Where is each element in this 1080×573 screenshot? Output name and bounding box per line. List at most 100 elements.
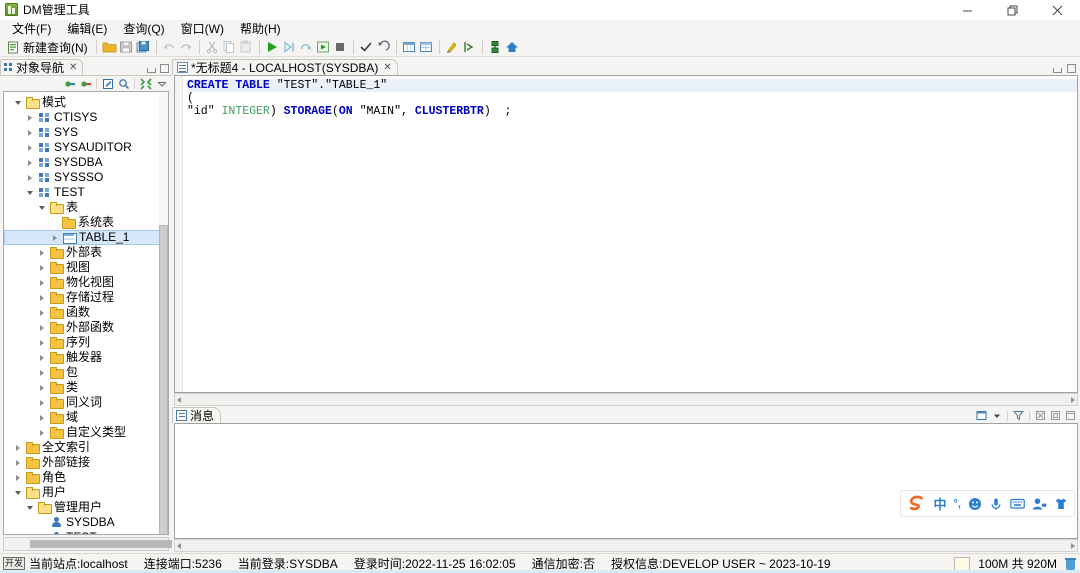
ime-user-icon[interactable] [1032,497,1047,511]
execute-step-icon[interactable] [281,39,298,56]
tab-messages[interactable]: 消息 [172,407,222,423]
expand-arrow-icon[interactable] [36,429,47,436]
tree-node[interactable]: SYSSSO [4,170,168,185]
expand-arrow-icon[interactable] [36,399,47,406]
tree-node[interactable]: 全文索引 [4,440,168,455]
editor-horizontal-scrollbar[interactable] [174,393,1078,406]
tree-node[interactable]: 视图 [4,260,168,275]
scroll-left-icon[interactable] [177,542,181,549]
ime-punctuation[interactable]: °, [954,498,961,510]
messages-content[interactable] [174,423,1078,539]
sogou-input-toolbar[interactable]: 中 °, [899,490,1075,517]
view-menu-icon[interactable] [154,77,169,91]
menu-window[interactable]: 窗口(W) [173,21,232,38]
tree-node[interactable]: 用户 [4,485,168,500]
home-icon[interactable] [504,39,521,56]
expand-arrow-icon[interactable] [36,309,47,316]
export-result-icon[interactable] [401,39,418,56]
scroll-left-icon[interactable] [177,396,181,403]
tree-node[interactable]: TABLE_1 [4,230,168,245]
expand-arrow-icon[interactable] [36,264,47,271]
result-grid-icon[interactable] [418,39,435,56]
expand-arrow-icon[interactable] [36,354,47,361]
close-icon[interactable]: ✕ [69,62,77,73]
ime-soft-keyboard-icon[interactable] [1010,497,1025,510]
compare-icon[interactable] [461,39,478,56]
minimize-panel-icon[interactable] [147,68,156,73]
menu-query[interactable]: 查询(Q) [115,21,172,38]
tree-node[interactable]: 外部函数 [4,320,168,335]
rollback-icon[interactable] [375,39,392,56]
tree-node[interactable]: 包 [4,365,168,380]
clear-icon[interactable] [1034,409,1047,422]
paste-icon[interactable] [238,39,255,56]
menu-file[interactable]: 文件(F) [4,21,59,38]
tree-horizontal-scrollbar[interactable] [3,537,264,551]
connect-icon[interactable] [62,77,77,91]
menu-help[interactable]: 帮助(H) [232,21,289,38]
tree-node[interactable]: SYS [4,125,168,140]
tree-node[interactable]: 系统表 [4,215,168,230]
save-icon[interactable] [118,39,135,56]
tab-object-navigator[interactable]: 对象导航 ✕ [0,59,84,75]
expand-arrow-icon[interactable] [36,369,47,376]
tree-node[interactable]: TEST [4,530,168,534]
execute-plan-icon[interactable] [315,39,332,56]
sql-code-area[interactable]: CREATE TABLE "TEST"."TABLE_1"("id" INTEG… [174,75,1078,393]
expand-arrow-icon[interactable] [36,339,47,346]
view-menu-arrow-icon[interactable] [990,409,1003,422]
tree-scrollbar-thumb[interactable] [159,225,168,534]
tree-node[interactable]: 角色 [4,470,168,485]
filter-icon[interactable] [1012,409,1025,422]
tree-node[interactable]: 域 [4,410,168,425]
scroll-right-icon[interactable] [1071,542,1075,549]
tree-node[interactable]: 物化视图 [4,275,168,290]
tree-node[interactable]: 模式 [4,95,168,110]
heap-trash-icon[interactable] [1065,557,1076,570]
tree-node[interactable]: SYSDBA [4,155,168,170]
tree-node[interactable]: SYSAUDITOR [4,140,168,155]
tree-node[interactable]: 表 [4,200,168,215]
expand-arrow-icon[interactable] [24,114,35,121]
tree-node[interactable]: 外部链接 [4,455,168,470]
expand-arrow-icon[interactable] [36,384,47,391]
expand-arrow-icon[interactable] [12,459,23,466]
undo-icon[interactable] [161,39,178,56]
execute-script-icon[interactable] [298,39,315,56]
maximize-panel-icon[interactable] [1067,64,1076,73]
close-icon[interactable]: ✕ [383,62,391,73]
expand-arrow-icon[interactable] [36,414,47,421]
collapse-arrow-icon[interactable] [12,100,23,105]
tree-node[interactable]: 管理用户 [4,500,168,515]
redo-icon[interactable] [178,39,195,56]
expand-arrow-icon[interactable] [36,249,47,256]
scroll-right-icon[interactable] [1071,396,1075,403]
edit-object-icon[interactable] [100,77,115,91]
disconnect-icon[interactable] [78,77,93,91]
close-button[interactable] [1035,0,1080,20]
tree-vertical-scrollbar[interactable] [159,92,168,534]
search-icon[interactable] [116,77,131,91]
connect-server-icon[interactable] [487,39,504,56]
collapse-arrow-icon[interactable] [36,205,47,210]
tree-node[interactable]: 函数 [4,305,168,320]
collapse-arrow-icon[interactable] [24,505,35,510]
expand-arrow-icon[interactable] [36,294,47,301]
object-tree[interactable]: 模式 CTISYS SYS SYSAUDITOR SYSDBA SYSSSO TEST 表系统… [3,91,169,535]
collapse-arrow-icon[interactable] [24,190,35,195]
pin-view-icon[interactable] [975,409,988,422]
expand-arrow-icon[interactable] [12,474,23,481]
expand-arrow-icon[interactable] [36,324,47,331]
tree-node[interactable]: 触发器 [4,350,168,365]
tree-node[interactable]: TEST [4,185,168,200]
new-query-button[interactable]: 新建查询(N) [3,39,92,56]
messages-horizontal-scrollbar[interactable] [174,539,1078,552]
sql-code-text[interactable]: CREATE TABLE "TEST"."TABLE_1"("id" INTEG… [183,76,1077,392]
save-all-icon[interactable] [135,39,152,56]
minimize-panel-icon[interactable] [1053,68,1062,73]
maximize-button[interactable] [990,0,1035,20]
expand-arrow-icon[interactable] [24,144,35,151]
tree-node[interactable]: SYSDBA [4,515,168,530]
stop-icon[interactable] [332,39,349,56]
detach-icon[interactable] [1049,409,1062,422]
